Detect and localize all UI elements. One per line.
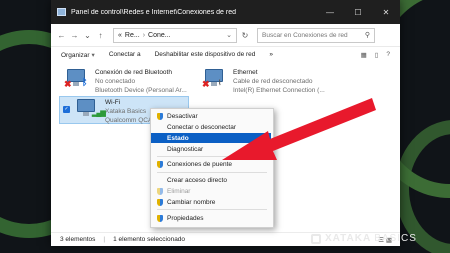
connection-device: Qualcomm QCA6 [105,117,156,124]
disconnected-icon: ✖ [64,79,72,89]
network-adapter-icon: ▂▄▆ [75,98,106,122]
menu-item-eliminar: Eliminar [151,186,271,196]
menu-item-label: Propiedades [167,214,204,222]
recent-locations-button[interactable]: ⌄ [81,31,94,40]
connection-name: Ethernet [233,69,258,76]
menu-item-estado[interactable]: Estado [151,133,271,143]
menu-item-puente[interactable]: Conexiones de puente [151,159,271,169]
uac-shield-icon [157,187,163,195]
watermark: XATAKA BASICS [311,233,417,244]
disable-device-button[interactable]: Deshabilitar este dispositivo de red [155,51,256,58]
selection-count: 1 elemento seleccionado [113,236,186,243]
connection-name: Conexión de red Bluetooth [95,69,172,76]
up-button[interactable]: ↑ [94,31,107,40]
connection-ethernet[interactable]: ✖ ⌇ Ethernet Cable de red desconectado I… [202,68,325,95]
control-panel-icon [57,8,66,16]
menu-item-desactivar[interactable]: Desactivar [151,111,271,121]
minimize-button[interactable]: — [316,0,344,24]
watermark-brand: XATAKA [325,233,372,244]
search-input[interactable] [262,31,363,39]
menu-separator [157,156,267,157]
status-separator: | [103,236,106,243]
menu-item-label: Conexiones de puente [167,160,233,168]
uac-shield-icon [157,214,163,222]
uac-shield-icon [157,198,163,206]
address-dropdown-icon[interactable]: ⌄ [226,31,232,39]
menu-item-label: Diagnosticar [167,145,204,153]
breadcrumb-redes[interactable]: Re... [125,32,140,39]
more-commands-button[interactable]: » [269,51,273,58]
navigation-bar: ← → ⌄ ↑ « Re... › Cone... ⌄ ↻ ⚲ [51,24,400,46]
menu-separator [157,172,267,173]
connection-status: No conectado [95,78,136,85]
address-root-chevron[interactable]: « [118,32,122,39]
menu-item-label: Eliminar [167,187,191,195]
uac-shield-icon [157,160,163,168]
menu-item-label: Desactivar [167,112,198,120]
context-menu: Desactivar Conectar o desconectar Estado… [150,108,274,228]
menu-item-label: Estado [167,134,189,142]
menu-item-label: Cambiar nombre [167,198,216,206]
wifi-signal-icon: ▂▄▆ [92,110,106,117]
bluetooth-icon: ᛒ [82,77,88,87]
close-button[interactable]: ✕ [372,0,400,24]
menu-item-crear-acceso[interactable]: Crear acceso directo [151,175,271,185]
chevron-down-icon: ▾ [91,51,95,59]
breadcrumb-separator[interactable]: › [143,32,145,39]
checkbox-icon[interactable]: ✓ [63,106,70,113]
maximize-button[interactable]: ☐ [344,0,372,24]
address-bar[interactable]: « Re... › Cone... ⌄ [113,27,237,43]
disconnected-icon: ✖ [202,79,210,89]
command-bar: Organizar ▾ Conectar a Deshabilitar este … [51,46,400,62]
forward-button[interactable]: → [68,31,81,40]
menu-item-label: Crear acceso directo [167,176,227,184]
preview-pane-icon[interactable]: ▯ [375,51,379,59]
window-title: Panel de control\Redes e Internet\Conexi… [71,8,236,16]
network-adapter-icon: ✖ ᛒ [64,68,91,92]
item-count: 3 elementos [60,236,96,243]
connection-device: Bluetooth Device (Personal Ar... [95,87,187,94]
toolbar-right: ▦ ▯ ? [361,51,390,59]
organize-menu[interactable]: Organizar ▾ [61,51,95,59]
network-adapter-icon: ✖ ⌇ [202,68,229,92]
connect-to-button[interactable]: Conectar a [109,51,141,58]
menu-item-label: Conectar o desconectar [167,123,237,131]
back-button[interactable]: ← [55,31,68,40]
connection-status: Xataka Basics [105,108,147,115]
watermark-logo-icon [311,233,321,244]
search-icon[interactable]: ⚲ [365,31,370,39]
menu-separator [157,209,267,210]
connection-status: Cable de red desconectado [233,78,313,85]
breadcrumb-conexiones[interactable]: Cone... [148,32,171,39]
menu-item-propiedades[interactable]: Propiedades [151,213,271,223]
connection-name: Wi-Fi [105,99,121,106]
ethernet-cable-icon: ⌇ [218,80,222,87]
menu-item-diagnosticar[interactable]: Diagnosticar [151,144,271,154]
uac-shield-icon [157,112,163,120]
menu-item-cambiar-nombre[interactable]: Cambiar nombre [151,197,271,207]
watermark-product: BASICS [374,233,417,244]
connection-wifi[interactable]: ✓ ▂▄▆ Wi-Fi Xataka Basics Qualcomm QCA6 [63,98,156,125]
menu-item-conectar[interactable]: Conectar o desconectar [151,122,271,132]
title-bar[interactable]: Panel de control\Redes e Internet\Conexi… [51,0,400,24]
connection-device: Intel(R) Ethernet Connection (... [233,87,325,94]
refresh-button[interactable]: ↻ [237,31,253,40]
search-box[interactable]: ⚲ [257,27,375,43]
connection-bluetooth[interactable]: ✖ ᛒ Conexión de red Bluetooth No conecta… [64,68,187,95]
organize-label: Organizar [61,51,90,59]
help-button[interactable]: ? [386,51,390,59]
view-options-icon[interactable]: ▦ [361,51,367,59]
